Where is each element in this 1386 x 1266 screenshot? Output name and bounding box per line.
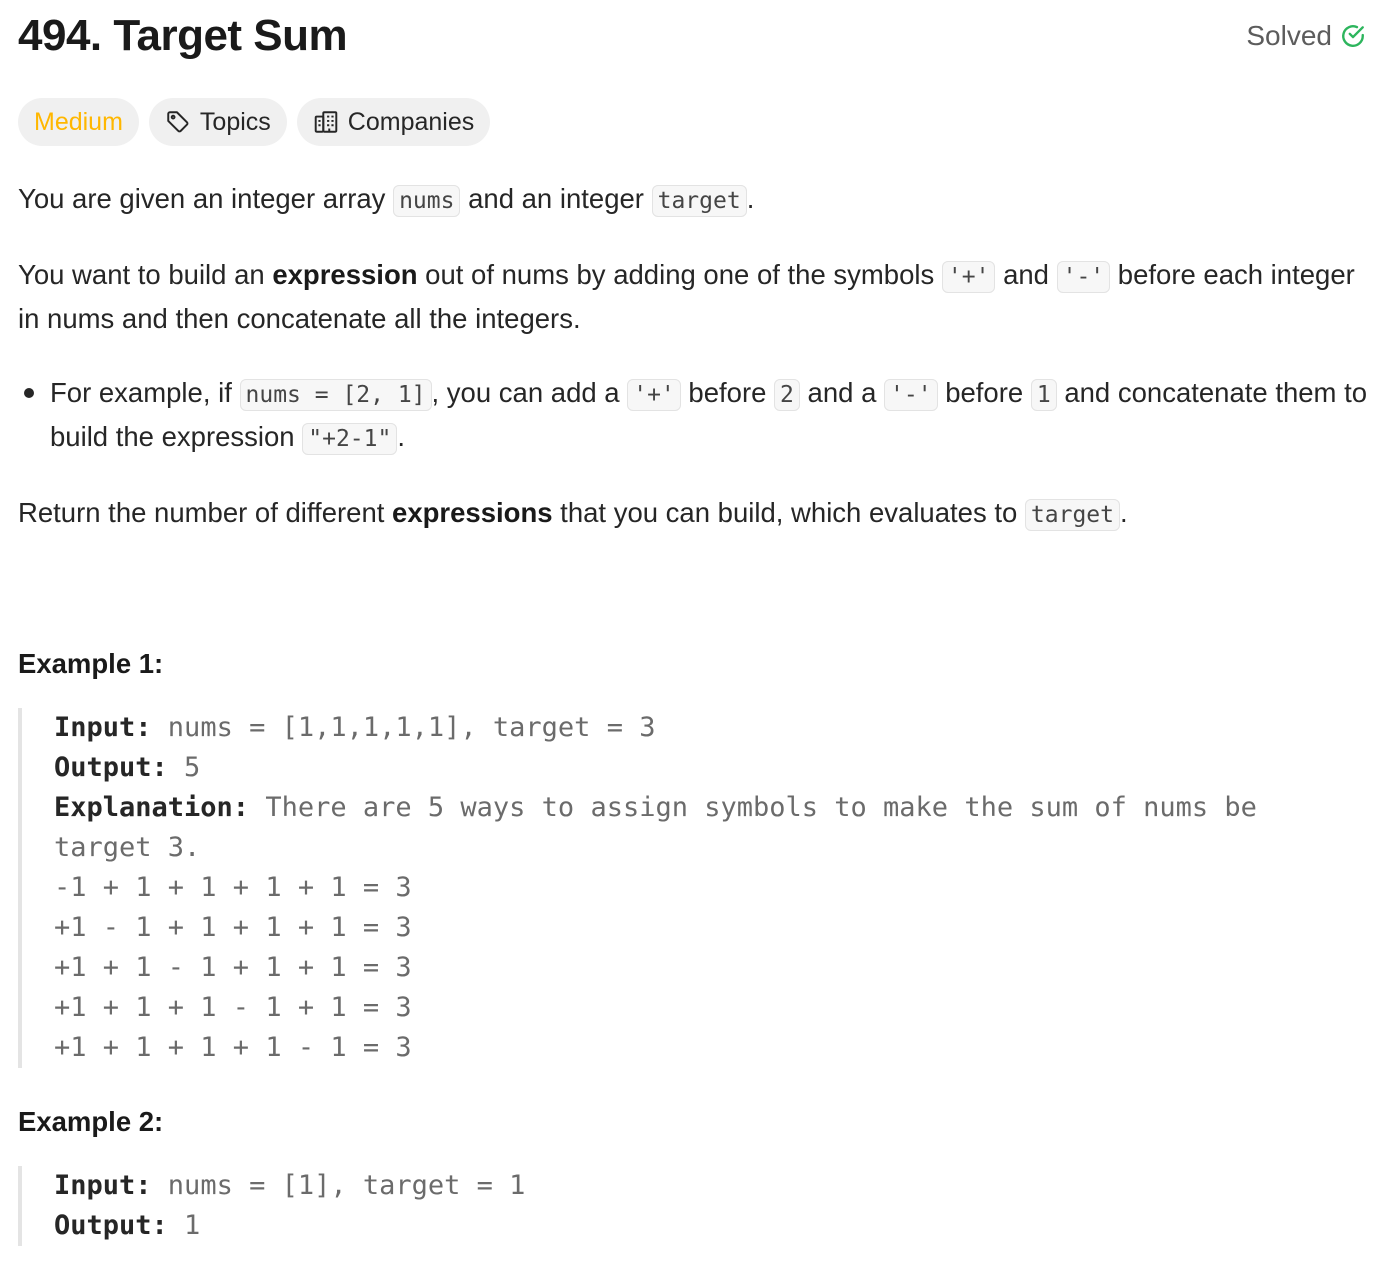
explanation-label: Explanation: — [54, 792, 250, 823]
companies-button[interactable]: Companies — [296, 98, 491, 146]
output-value: 5 — [167, 752, 201, 783]
example-bullet: For example, if nums = [2, 1], you can a… — [18, 372, 1368, 460]
check-circle-icon — [1340, 23, 1366, 49]
example-output-line: Output: 1 — [54, 1206, 1368, 1246]
text: before — [680, 377, 775, 408]
description-paragraph-3: Return the number of different expressio… — [18, 492, 1368, 536]
solved-status: Solved — [1246, 20, 1368, 52]
input-value: nums = [1], target = 1 — [151, 1170, 526, 1201]
text: . — [746, 183, 755, 214]
example-1-title: Example 1: — [18, 648, 164, 679]
output-label: Output: — [54, 752, 168, 783]
inline-code: '+' — [627, 379, 681, 411]
companies-label: Companies — [347, 107, 475, 136]
problem-description-panel: 494. Target Sum Solved Medium Topics Com… — [0, 0, 1386, 1266]
inline-code: target — [1024, 499, 1121, 531]
description-paragraph-2: You want to build an expression out of n… — [18, 254, 1368, 340]
example-input-line: Input: nums = [1], target = 1 — [54, 1166, 1368, 1206]
text: out of nums by adding one of the symbols — [417, 259, 942, 290]
tag-icon — [165, 109, 191, 135]
text: and — [995, 259, 1057, 290]
topics-button[interactable]: Topics — [148, 98, 287, 146]
example-output-line: Output: 5 — [54, 748, 1368, 788]
difficulty-badge: Medium — [18, 98, 139, 146]
inline-code: nums = [2, 1] — [239, 379, 432, 411]
explanation-line: +1 + 1 - 1 + 1 + 1 = 3 — [54, 952, 412, 983]
output-value: 1 — [167, 1210, 201, 1241]
problem-tags: Medium Topics Companies — [18, 98, 1368, 146]
example-2-block: Input: nums = [1], target = 1 Output: 1 — [18, 1166, 1368, 1246]
text: For example, if — [50, 377, 240, 408]
problem-title[interactable]: 494. Target Sum — [18, 0, 348, 72]
description-paragraph-1: You are given an integer array nums and … — [18, 178, 1368, 222]
inline-code: '-' — [884, 379, 938, 411]
difficulty-label: Medium — [34, 107, 123, 136]
text: Return the number of different — [18, 497, 393, 528]
inline-code: 1 — [1030, 379, 1057, 411]
inline-code: target — [651, 185, 747, 217]
inline-code: 2 — [774, 379, 800, 411]
explanation-line: +1 + 1 + 1 + 1 - 1 = 3 — [54, 1032, 412, 1063]
input-label: Input: — [54, 1170, 152, 1201]
example-2-title: Example 2: — [18, 1106, 164, 1137]
bold-text: expression — [272, 259, 418, 290]
topics-label: Topics — [199, 107, 271, 136]
text: You are given an integer array — [18, 183, 394, 214]
text: and a — [799, 377, 885, 408]
explanation-line: +1 + 1 + 1 - 1 + 1 = 3 — [54, 992, 412, 1023]
building-icon — [313, 109, 339, 135]
explanation-line: -1 + 1 + 1 + 1 + 1 = 3 — [54, 872, 412, 903]
inline-code: '+' — [941, 261, 996, 293]
text: and an integer — [460, 183, 652, 214]
example-1-block: Input: nums = [1,1,1,1,1], target = 3 Ou… — [18, 708, 1368, 1068]
text: You want to build an — [18, 259, 273, 290]
input-label: Input: — [54, 712, 152, 743]
inline-code: "+2-1" — [302, 423, 398, 455]
explanation-line: +1 - 1 + 1 + 1 + 1 = 3 — [54, 912, 412, 943]
example-input-line: Input: nums = [1,1,1,1,1], target = 3 — [54, 708, 1368, 748]
text: before — [937, 377, 1031, 408]
text: . — [1120, 497, 1128, 528]
solved-label: Solved — [1246, 20, 1332, 51]
text: , you can add a — [431, 377, 628, 408]
text: . — [397, 421, 405, 452]
inline-code: '-' — [1056, 261, 1111, 293]
problem-header: 494. Target Sum Solved — [18, 0, 1368, 72]
output-label: Output: — [54, 1210, 168, 1241]
inline-code: nums — [393, 185, 461, 217]
bold-text: expressions — [392, 497, 553, 528]
bullet-dot — [24, 388, 34, 398]
input-value: nums = [1,1,1,1,1], target = 3 — [151, 712, 656, 743]
text: that you can build, which evaluates to — [552, 497, 1025, 528]
example-explanation: Explanation: There are 5 ways to assign … — [54, 788, 1368, 868]
